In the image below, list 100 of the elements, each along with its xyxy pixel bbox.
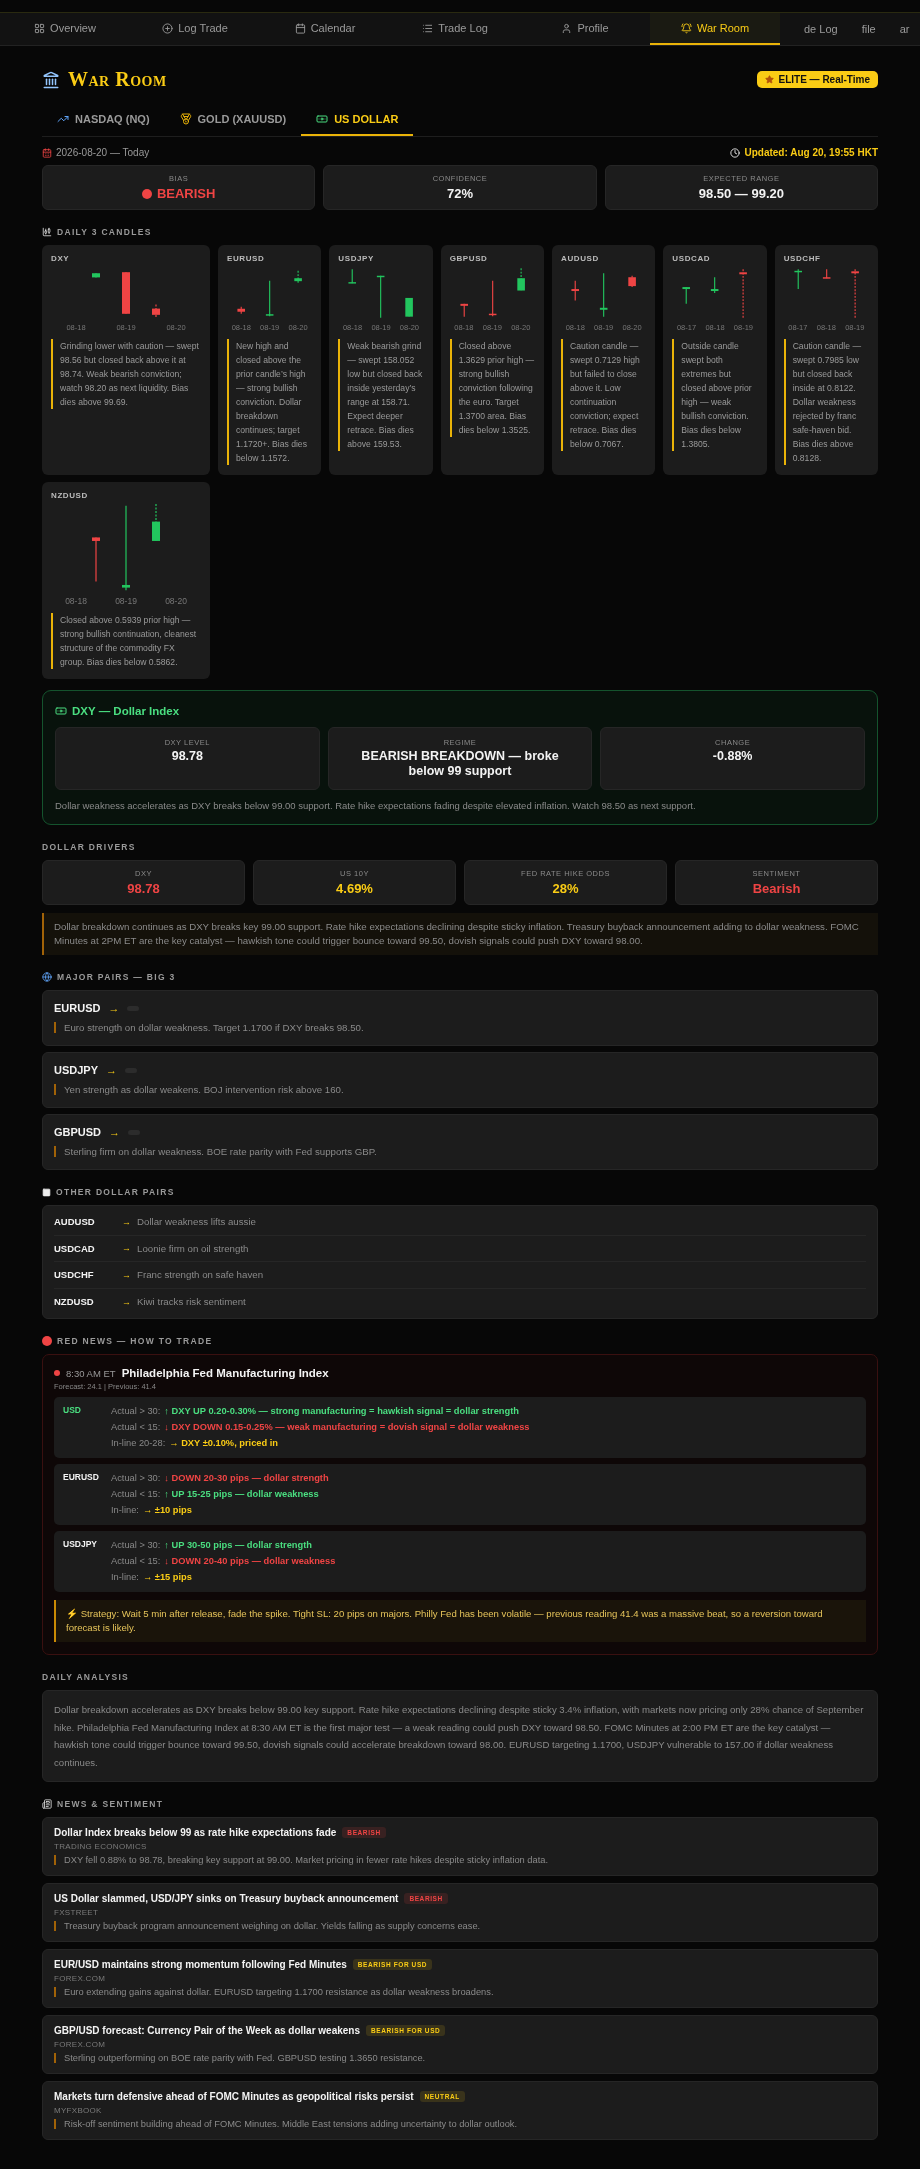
scenario-label: Actual < 15: <box>111 1421 161 1434</box>
section-title: DAILY ANALYSIS <box>42 1672 129 1682</box>
stat-value: 98.78 <box>127 881 160 896</box>
pair-name: USDJPY <box>54 1064 99 1076</box>
candle <box>377 275 385 319</box>
alert-dot-icon <box>54 1370 60 1376</box>
trend-arrow: → <box>122 1243 132 1254</box>
instrument-tab[interactable]: NASDAQ (NQ) <box>42 105 165 136</box>
pair-name: USDCHF <box>54 1269 95 1281</box>
news-headline: EUR/USD maintains strong momentum following Fed Minutes <box>54 1959 347 1970</box>
pair-name: AUDUSD <box>561 254 600 263</box>
trend-arrow: → <box>122 1296 132 1307</box>
pair-name: AUDUSD <box>54 1216 96 1228</box>
scenario-label: Actual < 15: <box>111 1488 161 1501</box>
square-icon <box>42 1187 51 1197</box>
chart-icon <box>57 113 69 125</box>
section-title: OTHER DOLLAR PAIRS <box>56 1187 175 1197</box>
scenario-text: ↓ DXY DOWN 0.15-0.25% — weak manufacturing = dovish signal = dollar weakness <box>164 1421 530 1434</box>
candle-note: Closed above 1.3629 prior high — strong bullish conviction following the euro. Target 1.3700 area. Bias dies below 1.3525. <box>449 339 535 437</box>
page-title: War Room <box>68 68 167 91</box>
nav-tab[interactable]: ar <box>899 23 910 35</box>
stat-value: -0.88% <box>712 749 753 764</box>
scenario-text: ↓ DOWN 20-40 pips — dollar weakness <box>164 1555 336 1568</box>
nav-tab[interactable]: War Room <box>650 13 780 45</box>
calendar-icon <box>294 22 306 34</box>
candle <box>265 280 274 317</box>
news-summary: Treasury buyback program announcement weighing on dollar. Yields falling as supply concerns ease. <box>54 1921 866 1931</box>
section-title: DOLLAR DRIVERS <box>42 842 136 852</box>
pair-name: USDCAD <box>672 254 712 263</box>
instrument-tab[interactable]: US DOLLAR <box>301 105 414 136</box>
scenario-label: In-line: <box>111 1504 139 1517</box>
candle-note: Closed above 0.5939 prior high — strong bullish continuation, cleanest structure of the commodity FX group. Bias dies below 0.5862. <box>51 613 201 669</box>
news-summary: DXY fell 0.88% to 98.78, breaking key support at 99.00. Market pricing in fewer rate hikes despite sticky inflation data. <box>54 1855 866 1865</box>
section-title: DAILY 3 CANDLES <box>57 227 152 237</box>
scenario-text: ↑ UP 15-25 pips — dollar weakness <box>164 1488 319 1501</box>
candle <box>348 268 357 284</box>
news-source: FOREX.COM <box>54 2040 107 2049</box>
scenario-label: Actual < 15: <box>111 1555 161 1568</box>
nav-tab[interactable]: Profile <box>520 13 650 45</box>
pair-note: Euro strength on dollar weakness. Target 1.1700 if DXY breaks 98.50. <box>54 1022 866 1033</box>
candle-note: Caution candle — swept 0.7129 high but failed to close above it. Low continuation conviction; expect retrace. Bias dies below 0.7067. <box>561 339 647 451</box>
candle <box>92 272 100 278</box>
section-title: MAJOR PAIRS — BIG 3 <box>57 972 176 982</box>
nav-tab[interactable]: Calendar <box>260 13 390 45</box>
scenario-text: → ±15 pips <box>142 1571 192 1584</box>
pair-note: Dollar weakness lifts aussie <box>137 1216 256 1228</box>
nav-tab[interactable]: Log Trade <box>130 13 260 45</box>
nav-tab[interactable]: Trade Log <box>390 13 520 45</box>
pair-name: EURUSD <box>227 254 266 263</box>
section-title: RED NEWS — HOW TO TRADE <box>57 1336 213 1346</box>
candle <box>294 270 302 284</box>
asset-label: USDJPY <box>63 1539 98 1551</box>
panel-title: DXY — Dollar Index <box>72 705 180 717</box>
user-icon <box>561 22 573 34</box>
plus-circle-icon <box>162 22 174 34</box>
news-headline: Markets turn defensive ahead of FOMC Minutes as geopolitical risks persist <box>54 2091 414 2102</box>
alert-dot-icon <box>42 1336 52 1346</box>
banknote-icon <box>316 113 329 125</box>
stat-value: 72% <box>446 186 473 201</box>
news-summary: Euro extending gains against dollar. EURUSD targeting 1.1700 resistance as dollar weakness broadens. <box>54 1987 866 1997</box>
analysis-text: Dollar breakdown accelerates as DXY breaks below 99.00 key support. Rate hike expectations declining despite sticky 3.4% inflation, with markets now pricing only 28% chance of September hike. Philadelphia Fed Manufacturing Index at 8:30 AM ET is the first major test — a weak reading could push DXY toward 98.50. FOMC Minutes at 2:00 PM ET are the key catalyst — hawkish tone could trigger bounce toward 99.50, dovish signals could accelerate breakdown toward 98.00. EURUSD targeting 1.1700, USDJPY vulnerable to 157.00 if dollar weakness continues. <box>42 1690 878 1782</box>
date-label: 08-19 <box>115 596 137 606</box>
candle <box>152 504 160 542</box>
pair-note: Kiwi tracks risk sentiment <box>137 1296 246 1308</box>
candle-note: Caution candle — swept 0.7985 low but closed back inside at 0.8122. Dollar weakness rejected by franc safe-haven bid. Bias dies above 0.8128. <box>783 339 869 465</box>
stat-value: 28% <box>552 881 579 896</box>
updated-text: Updated: Aug 20, 19:55 HKT <box>744 147 878 158</box>
nav-tab[interactable]: Overview <box>0 13 130 45</box>
nav-tab[interactable]: de Log <box>804 23 838 35</box>
news-headline: US Dollar slammed, USD/JPY sinks on Treasury buyback announcement <box>54 1893 399 1904</box>
pair-name: USDCAD <box>54 1242 96 1254</box>
candle-note: Outside candle swept both extremes but closed above prior high — weak bullish conviction. Bias dies below 1.3805. <box>672 339 758 451</box>
asset-label: EURUSD <box>63 1472 100 1484</box>
section-title: NEWS & SENTIMENT <box>57 1799 164 1809</box>
news-headline: GBP/USD forecast: Currency Pair of the Week as dollar weakens <box>54 2025 361 2036</box>
list-icon <box>422 22 434 34</box>
grid-icon <box>34 22 46 34</box>
trend-arrow: → <box>108 1002 120 1014</box>
candle <box>517 267 525 292</box>
scenario-label: Actual > 30: <box>111 1539 161 1552</box>
panel-note: Dollar weakness accelerates as DXY breaks below 99.00 support. Rate hike expectations fading despite elevated inflation. Watch 98.50 as next support. <box>55 800 697 811</box>
candle <box>237 306 245 315</box>
newspaper-icon <box>42 1799 52 1809</box>
candle <box>571 280 579 301</box>
candle <box>739 268 748 319</box>
candle-note: New high and closed above the prior candle’s high — strong bullish conviction. Dollar breakdown continues; target 1.1720+. Bias dies below 1.1572. <box>227 339 313 465</box>
pair-name: EURUSD <box>54 1002 101 1014</box>
candle-note: Weak bearish grind — swept 158.052 low but closed back inside yesterday’s range at 158.71. Expect deeper retrace. Bias dies above 159.53. <box>338 339 424 451</box>
nav-tab[interactable]: file <box>861 23 876 35</box>
commentary: Dollar breakdown continues as DXY breaks key 99.00 support. Rate hike expectations declining despite sticky inflation. Treasury buyback announcement adding to dollar weakness. FOMC Minutes at 2PM ET are the key catalyst — hawkish tone could trigger bounce toward 99.50, dovish signals could push DXY toward 98.00. <box>42 913 878 955</box>
instrument-tab[interactable]: GOLD (XAUUSD) <box>164 105 302 136</box>
candle-icon <box>42 227 52 237</box>
candle <box>822 268 831 279</box>
pair-name: NZDUSD <box>51 491 89 500</box>
candle <box>628 275 636 288</box>
pair-name: USDJPY <box>338 254 375 263</box>
medal-icon <box>179 113 192 125</box>
pair-name: DXY <box>51 254 71 263</box>
candle <box>92 536 100 583</box>
bell-icon <box>680 22 692 34</box>
